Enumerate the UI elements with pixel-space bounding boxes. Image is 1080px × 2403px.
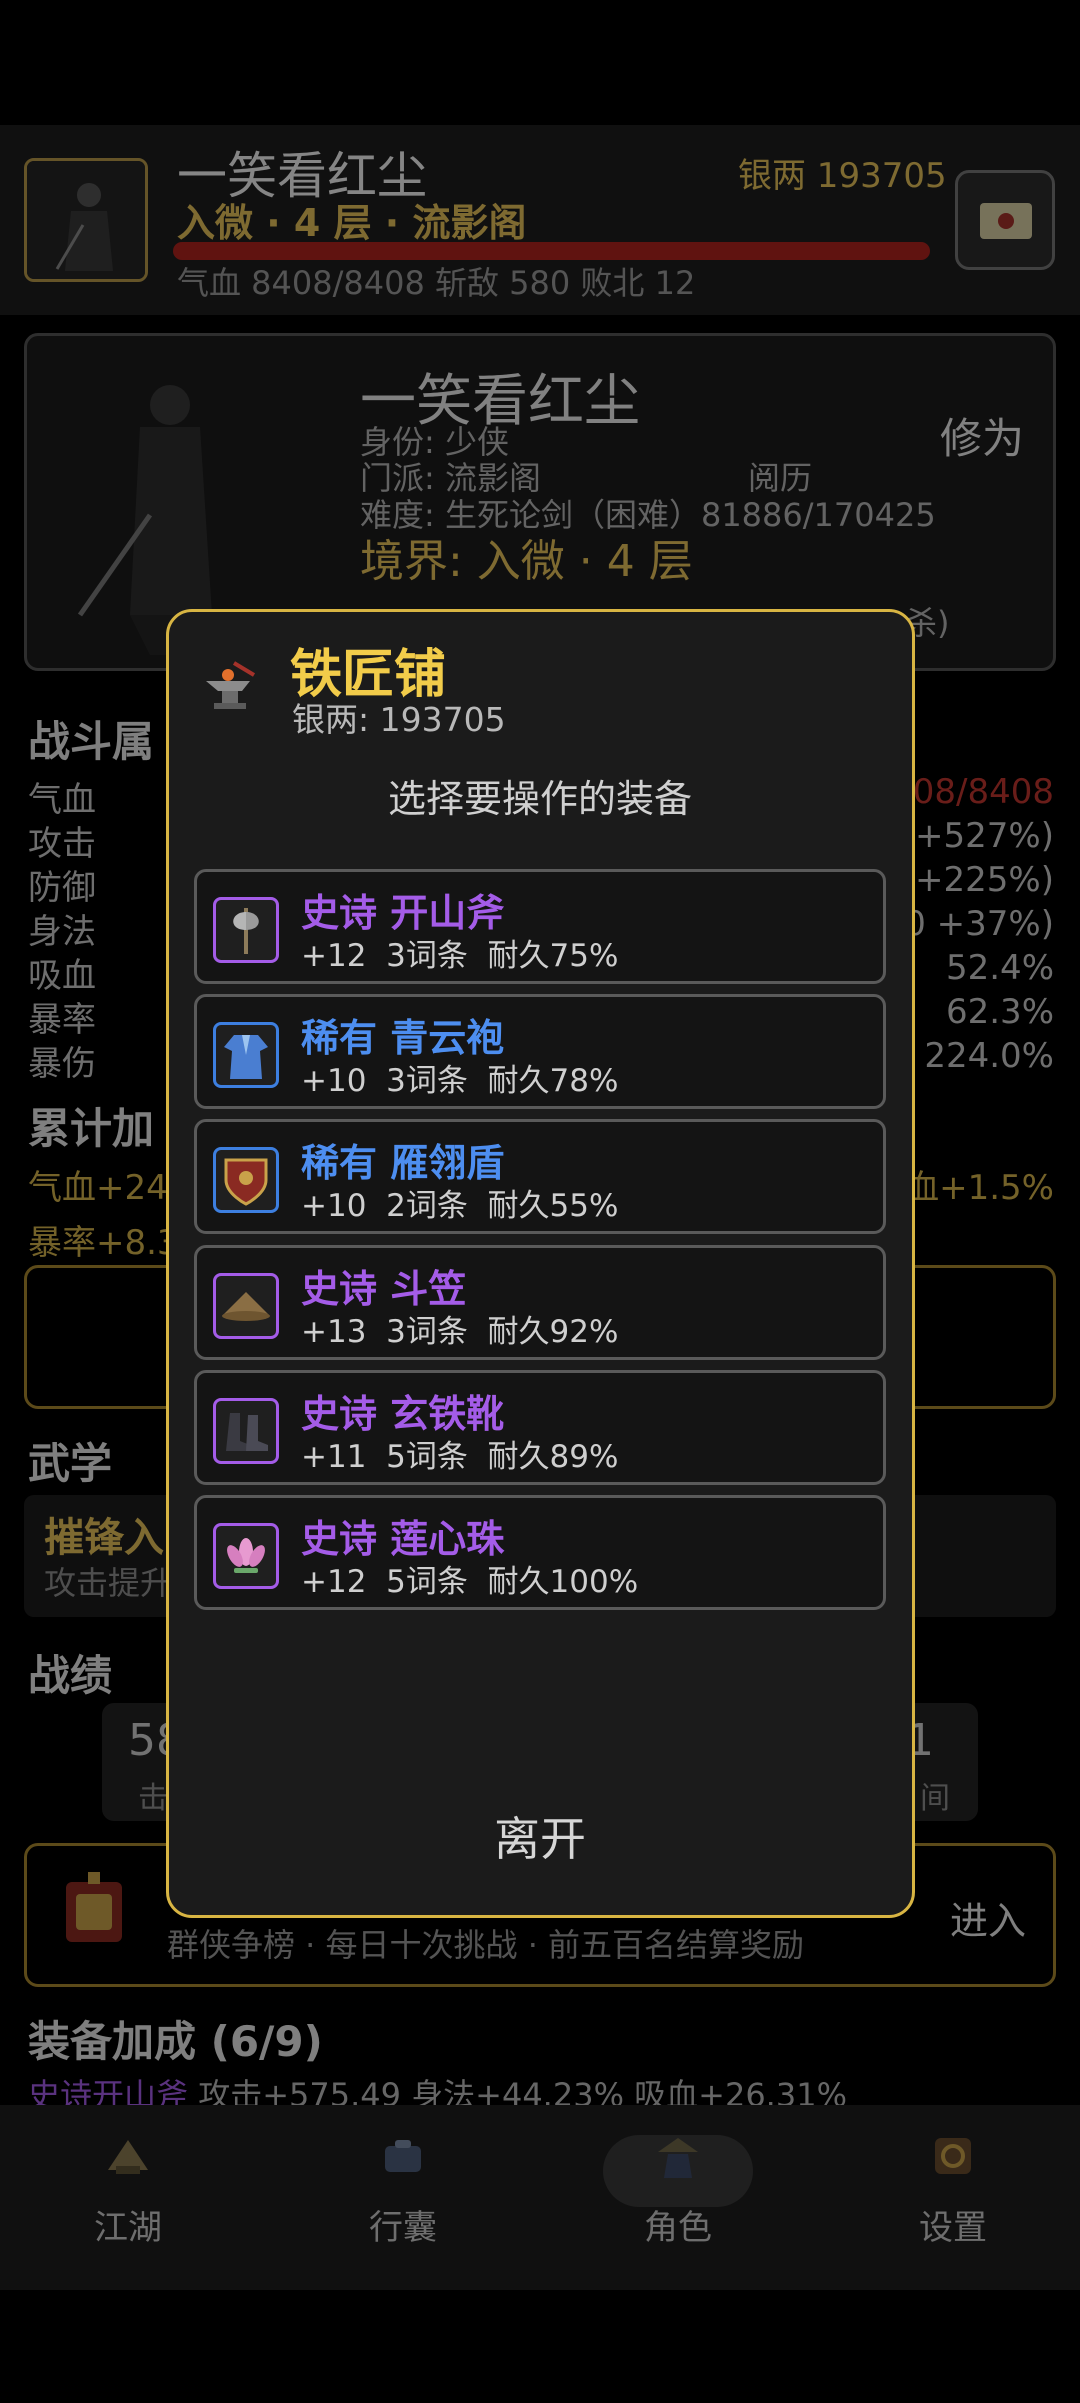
hat-icon: [213, 1273, 279, 1339]
lotus-bead-icon: [213, 1523, 279, 1589]
equipment-info: +11 5词条 耐久89%: [301, 1439, 619, 1475]
equipment-item[interactable]: 史诗 莲心珠 +12 5词条 耐久100%: [194, 1495, 886, 1610]
equipment-name: 稀有 青云袍: [301, 1016, 505, 1060]
shield-icon: [213, 1147, 279, 1213]
equipment-item[interactable]: 稀有 青云袍 +10 3词条 耐久78%: [194, 994, 886, 1109]
equipment-name: 史诗 斗笠: [301, 1267, 467, 1311]
equipment-item[interactable]: 史诗 斗笠 +13 3词条 耐久92%: [194, 1245, 886, 1360]
robe-icon: [213, 1022, 279, 1088]
equipment-name: 史诗 玄铁靴: [301, 1392, 505, 1436]
equipment-item[interactable]: 稀有 雁翎盾 +10 2词条 耐久55%: [194, 1119, 886, 1234]
equipment-info: +12 3词条 耐久75%: [301, 938, 619, 974]
equipment-item[interactable]: 史诗 开山斧 +12 3词条 耐久75%: [194, 869, 886, 984]
equipment-info: +10 2词条 耐久55%: [301, 1188, 619, 1224]
leave-button[interactable]: 离开: [0, 1803, 1080, 1869]
equipment-name: 稀有 雁翎盾: [301, 1141, 505, 1185]
modal-silver: 银两: 193705: [292, 700, 506, 739]
equipment-item[interactable]: 史诗 玄铁靴 +11 5词条 耐久89%: [194, 1370, 886, 1485]
equipment-name: 史诗 莲心珠: [301, 1517, 505, 1561]
equipment-info: +12 5词条 耐久100%: [301, 1564, 639, 1600]
anvil-icon: [206, 661, 256, 709]
equipment-info: +13 3词条 耐久92%: [301, 1314, 619, 1350]
modal-subtitle: 选择要操作的装备: [387, 777, 692, 821]
equipment-info: +10 3词条 耐久78%: [301, 1063, 619, 1099]
equipment-name: 史诗 开山斧: [301, 891, 505, 935]
axe-icon: [213, 897, 279, 963]
boots-icon: [213, 1398, 279, 1464]
